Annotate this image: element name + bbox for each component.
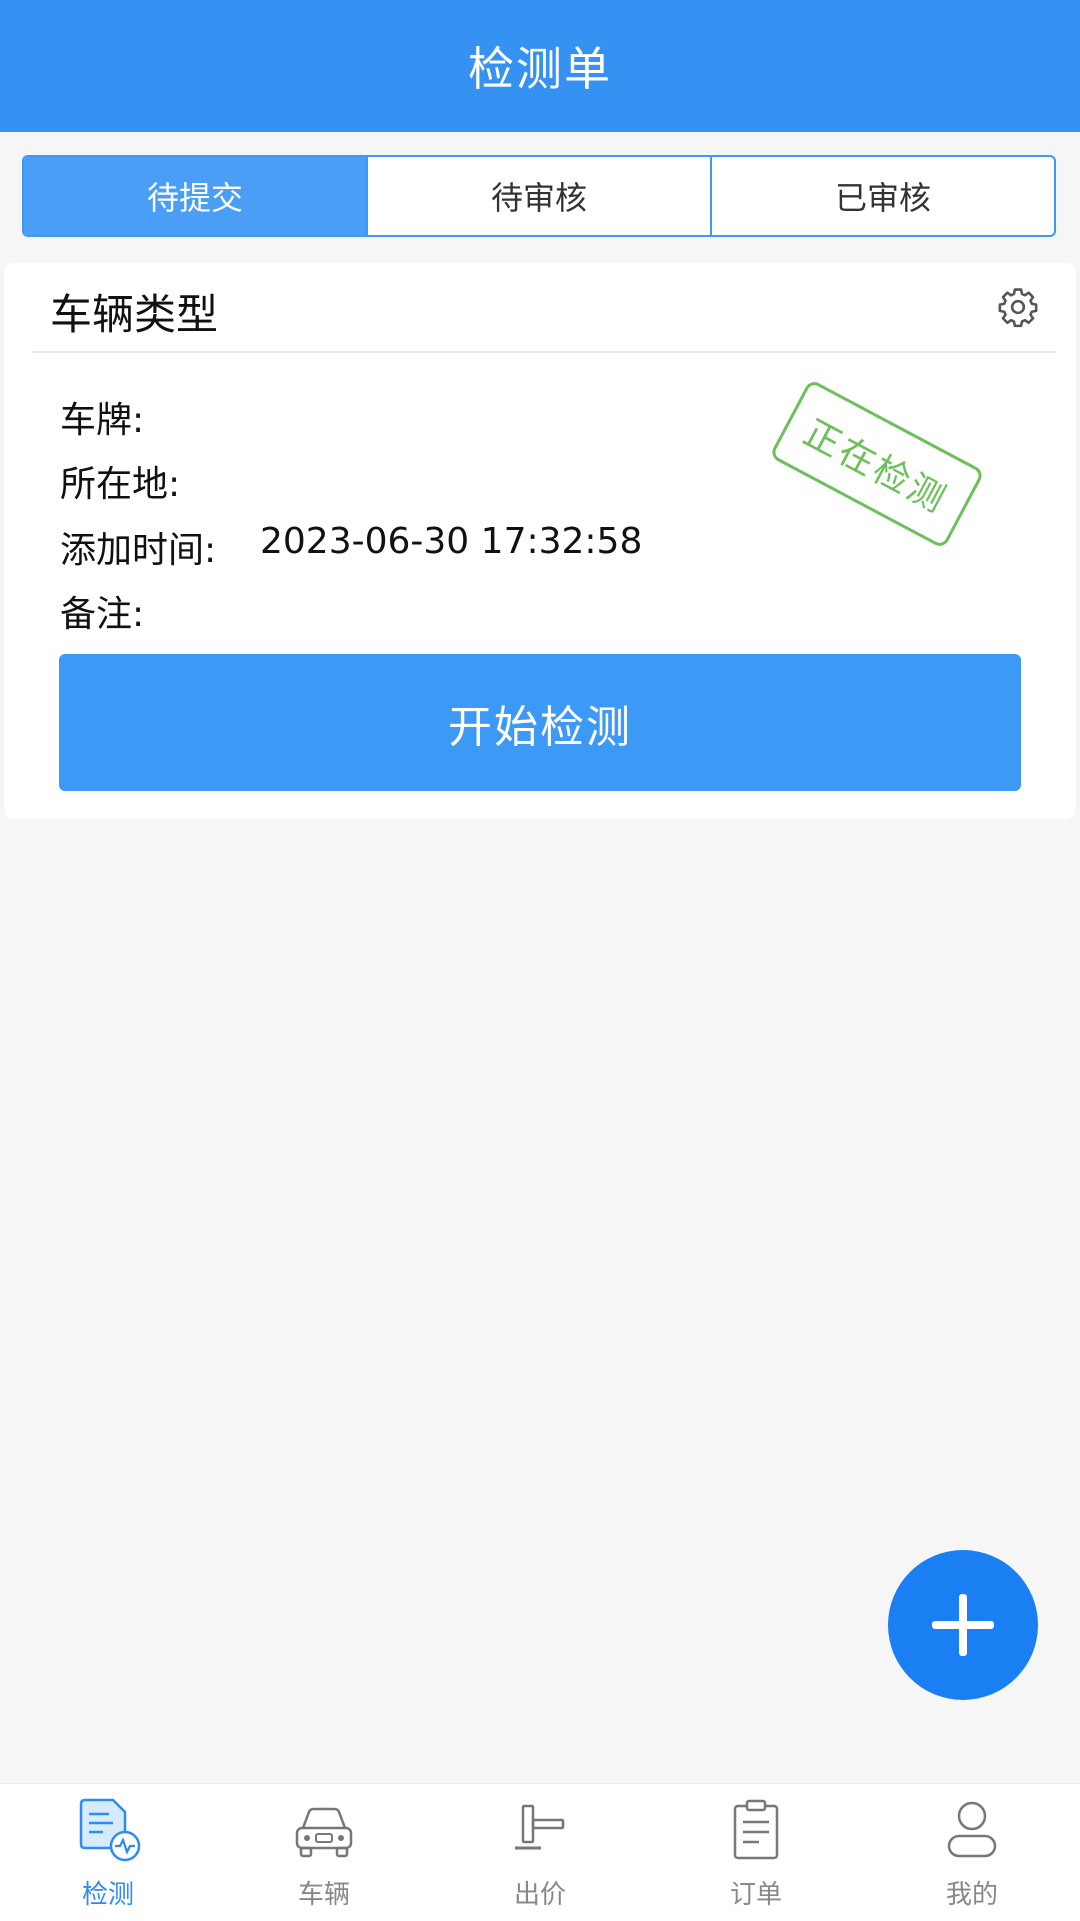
location-field: 所在地: <box>60 455 260 507</box>
nav-mine[interactable]: 我的 <box>864 1784 1080 1921</box>
remark-field: 备注: <box>60 585 260 637</box>
gear-icon[interactable] <box>996 285 1040 329</box>
car-icon <box>295 1807 353 1858</box>
user-icon <box>947 1801 997 1858</box>
nav-label-vehicles: 车辆 <box>297 1880 350 1910</box>
clipboard-icon <box>733 1799 779 1860</box>
tab-reviewed[interactable]: 已审核 <box>710 157 1054 235</box>
start-inspection-button[interactable]: 开始检测 <box>59 654 1021 791</box>
status-stamp: 正在检测 <box>768 378 986 550</box>
nav-inspection[interactable]: 检测 <box>0 1784 216 1921</box>
bottom-nav: 检测 车辆 出价 订单 我的 <box>0 1783 1080 1921</box>
tab-pending-submit[interactable]: 待提交 <box>24 157 366 235</box>
added-time-value: 2023-06-30 17:32:58 <box>260 521 643 562</box>
status-tabs: 待提交 待审核 已审核 <box>22 155 1056 237</box>
page-title: 检测单 <box>468 42 612 96</box>
inspection-icon <box>79 1798 141 1862</box>
inspection-card[interactable]: 车辆类型 车牌: 所在地: 添加时间: 2023-06-30 17:32:58 … <box>4 263 1076 819</box>
vehicle-type-title: 车辆类型 <box>50 290 219 339</box>
plus-icon <box>932 1594 994 1656</box>
added-time-field: 添加时间: 2023-06-30 17:32:58 <box>60 521 642 573</box>
plate-label: 车牌: <box>60 400 145 441</box>
gavel-icon <box>515 1804 565 1850</box>
add-button[interactable] <box>888 1550 1038 1700</box>
nav-orders[interactable]: 订单 <box>648 1784 864 1921</box>
nav-label-bid: 出价 <box>513 1880 566 1910</box>
card-header: 车辆类型 <box>32 263 1056 353</box>
added-time-label: 添加时间: <box>60 530 217 571</box>
tab-pending-review[interactable]: 待审核 <box>366 157 710 235</box>
header-bar: 检测单 <box>0 0 1080 132</box>
nav-bid[interactable]: 出价 <box>432 1784 648 1921</box>
nav-label-orders: 订单 <box>729 1880 782 1910</box>
stamp-text: 正在检测 <box>796 412 954 522</box>
nav-label-inspection: 检测 <box>81 1880 134 1910</box>
nav-vehicles[interactable]: 车辆 <box>216 1784 432 1921</box>
remark-label: 备注: <box>60 594 145 635</box>
nav-label-mine: 我的 <box>945 1880 998 1910</box>
plate-field: 车牌: <box>60 391 260 443</box>
location-label: 所在地: <box>60 464 181 505</box>
